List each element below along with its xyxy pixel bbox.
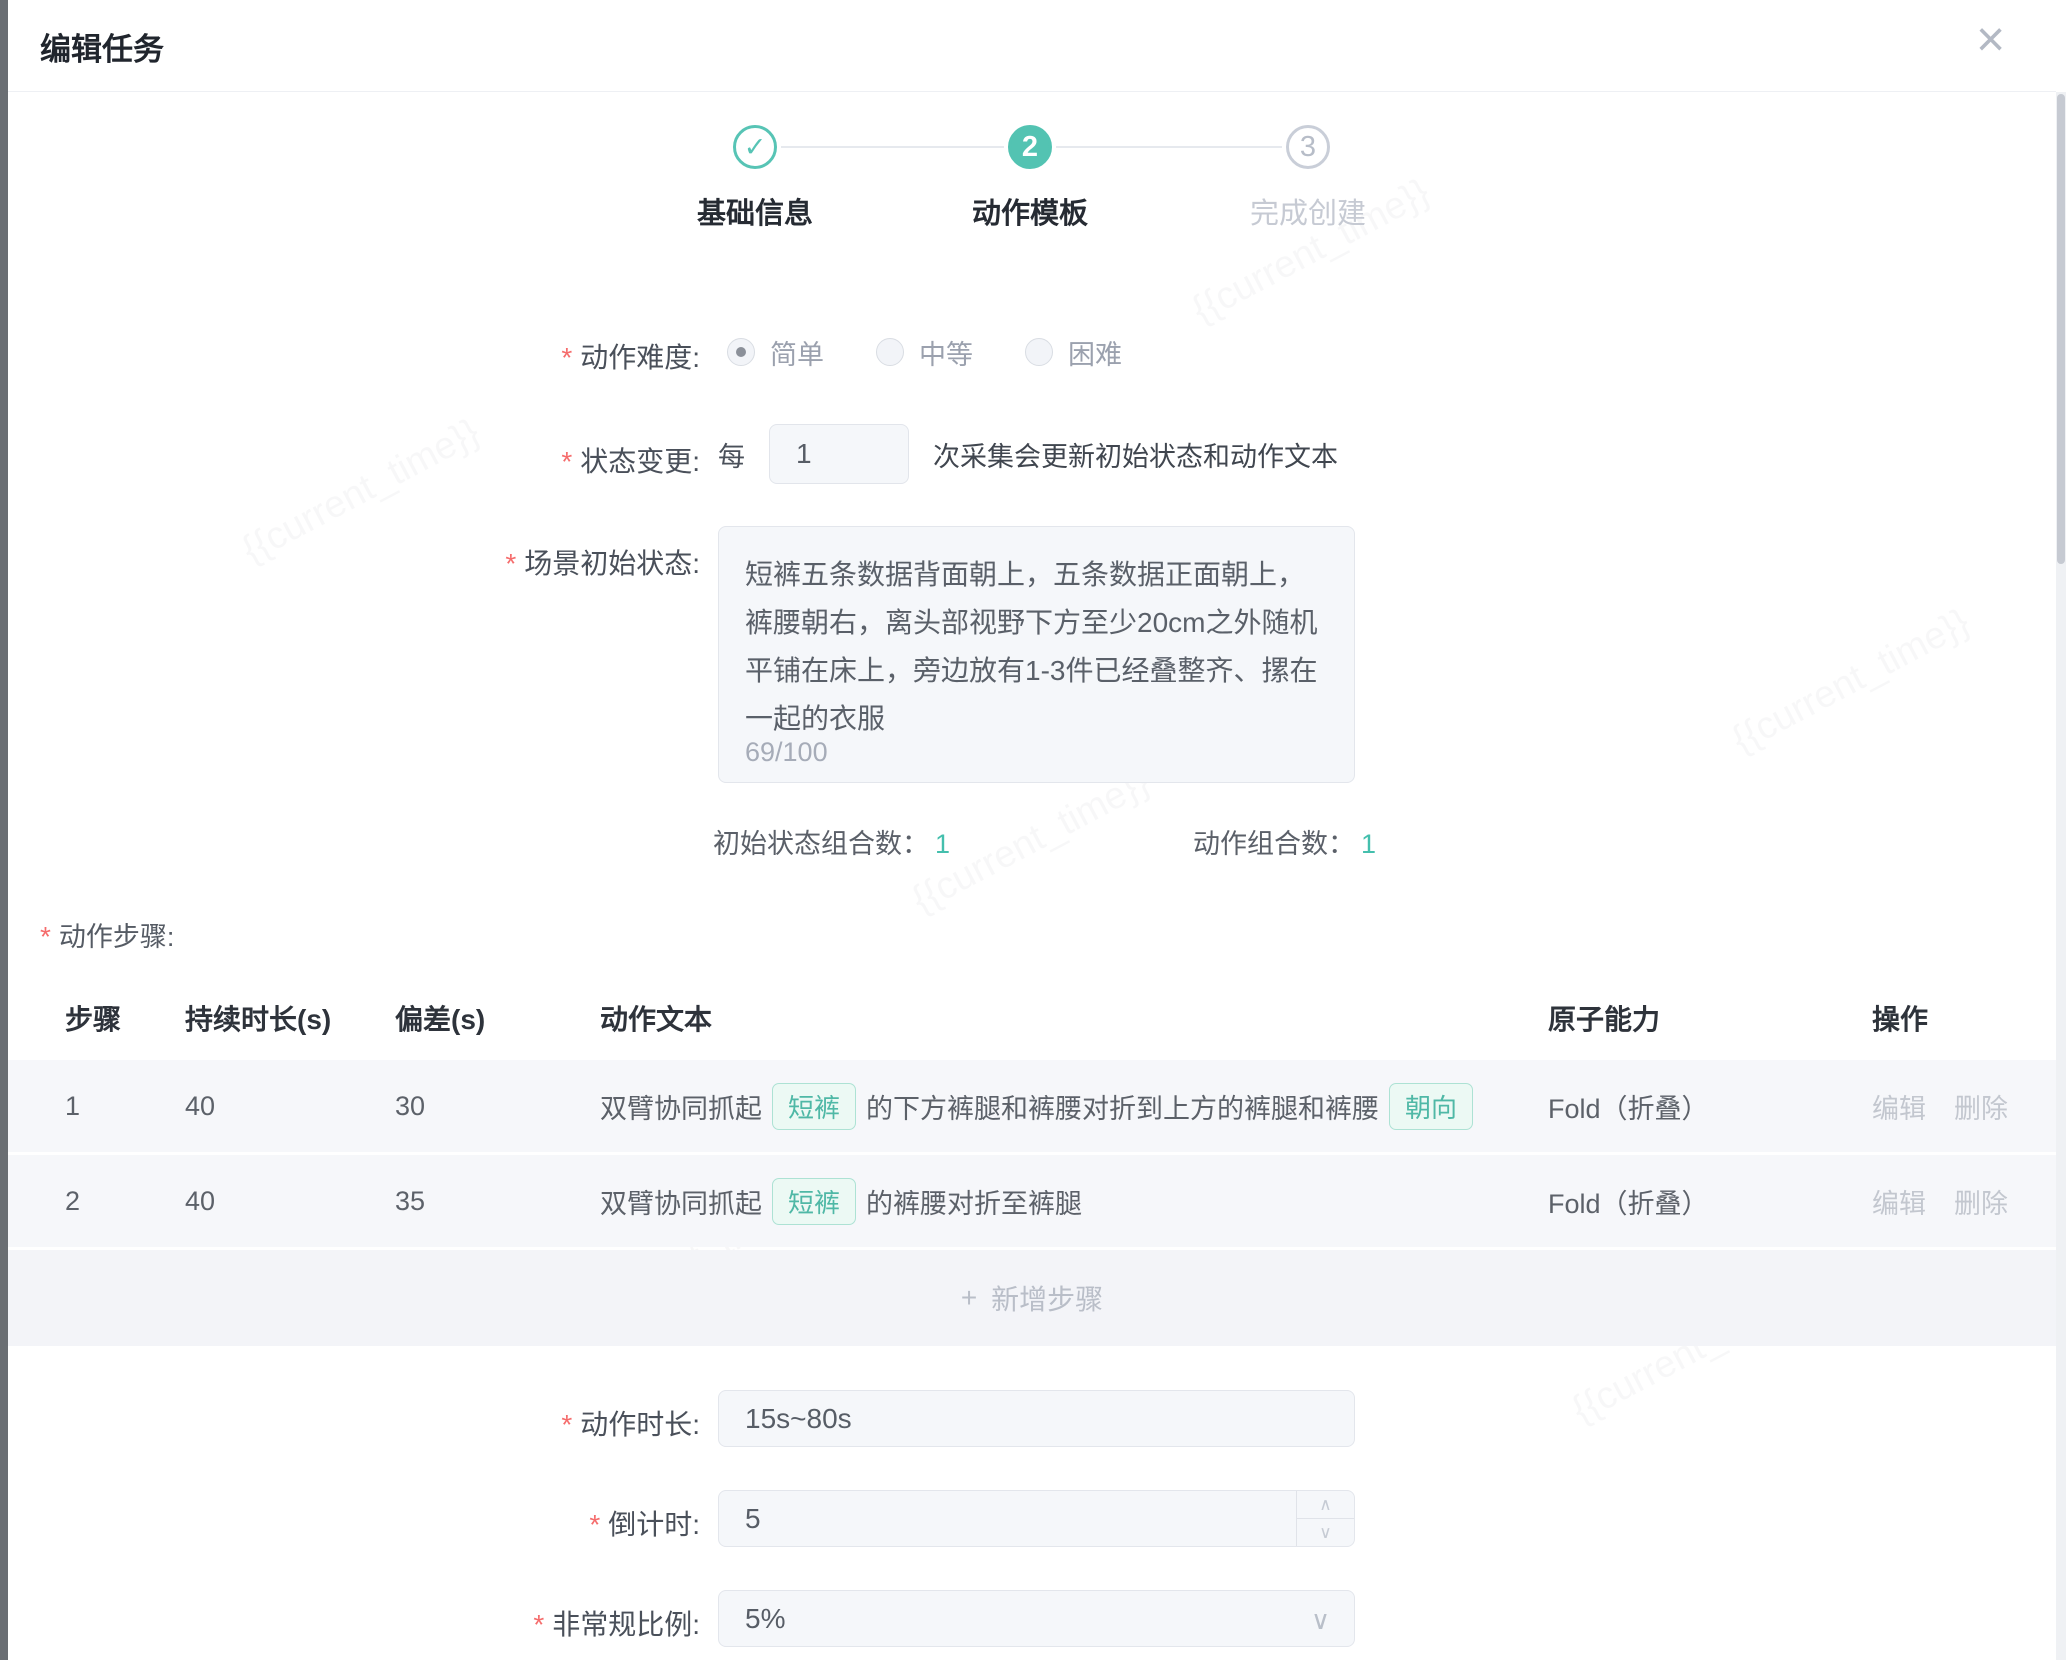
duration-input[interactable]: 15s~80s	[718, 1390, 1355, 1447]
radio-unchecked-icon	[1025, 338, 1053, 366]
difficulty-radio-group: 简单 中等 困难	[727, 330, 1122, 374]
chevron-down-icon: ∨	[1311, 1605, 1330, 1636]
dialog-title: 编辑任务	[40, 24, 164, 69]
edit-link[interactable]: 编辑	[1872, 1182, 1926, 1221]
cell-step: 2	[65, 1155, 80, 1247]
scrollbar[interactable]	[2056, 92, 2066, 1660]
radio-label: 困难	[1068, 333, 1122, 372]
object-tag: 短裤	[772, 1178, 856, 1225]
radio-checked-icon	[727, 338, 755, 366]
countdown-input[interactable]: 5 ∧ ∨	[718, 1490, 1355, 1547]
countdown-label: *倒计时:	[589, 1503, 700, 1543]
radio-option-easy[interactable]: 简单	[727, 333, 824, 372]
initial-state-text: 短裤五条数据背面朝上，五条数据正面朝上，裤腰朝右，离头部视野下方至少20cm之外…	[719, 527, 1354, 743]
action-steps-label: *动作步骤:	[40, 915, 174, 954]
required-asterisk: *	[533, 1609, 544, 1640]
chevron-down-icon: ∨	[1319, 1523, 1331, 1543]
table-row: 2 40 35 双臂协同抓起 短裤 的裤腰对折至裤腿 Fold（折叠） 编辑 删…	[8, 1155, 2056, 1247]
delete-link[interactable]: 删除	[1954, 1087, 2008, 1126]
initial-combo-value: 1	[935, 829, 950, 859]
step-3-circle: 3	[1286, 125, 1330, 169]
col-header-ability: 原子能力	[1548, 985, 1660, 1055]
spinner-down-button[interactable]: ∨	[1297, 1519, 1354, 1546]
object-tag: 短裤	[772, 1083, 856, 1130]
action-combo-count: 动作组合数：1	[1193, 822, 1376, 861]
chevron-up-icon: ∧	[1319, 1495, 1331, 1515]
scrollbar-thumb[interactable]	[2057, 94, 2065, 564]
step-2-number: 2	[1022, 131, 1038, 164]
required-asterisk: *	[40, 921, 51, 952]
state-change-prefix: 每	[718, 435, 745, 474]
step-3-label: 完成创建	[1198, 190, 1418, 232]
check-icon: ✓	[744, 132, 767, 163]
required-asterisk: *	[505, 548, 516, 579]
cell-deviation: 35	[395, 1155, 425, 1247]
radio-unchecked-icon	[876, 338, 904, 366]
action-combo-value: 1	[1361, 829, 1376, 859]
char-counter: 69/100	[745, 737, 828, 768]
spinner-up-button[interactable]: ∧	[1297, 1491, 1354, 1519]
state-change-suffix: 次采集会更新初始状态和动作文本	[933, 435, 1338, 474]
cell-ability: Fold（折叠）	[1548, 1060, 1709, 1152]
plus-icon: +	[961, 1282, 977, 1314]
cell-duration: 40	[185, 1155, 215, 1247]
initial-state-textarea[interactable]: 短裤五条数据背面朝上，五条数据正面朝上，裤腰朝右，离头部视野下方至少20cm之外…	[718, 526, 1355, 783]
col-header-duration: 持续时长(s)	[185, 985, 331, 1055]
close-icon[interactable]: ×	[1976, 14, 2005, 64]
add-step-button[interactable]: + 新增步骤	[8, 1250, 2056, 1346]
state-change-label: *状态变更:	[561, 440, 700, 480]
watermark-text: {{current_time}}	[1725, 601, 1976, 762]
cell-duration: 40	[185, 1060, 215, 1152]
edit-link[interactable]: 编辑	[1872, 1087, 1926, 1126]
orientation-tag: 朝向	[1389, 1083, 1473, 1130]
number-spinner: ∧ ∨	[1296, 1491, 1354, 1546]
add-step-label: 新增步骤	[991, 1278, 1103, 1318]
unusual-ratio-label: *非常规比例:	[533, 1603, 700, 1643]
cell-actions: 编辑 删除	[1872, 1060, 2008, 1152]
state-change-row: 每 1 次采集会更新初始状态和动作文本	[718, 423, 1338, 485]
step-2-label: 动作模板	[920, 190, 1140, 232]
required-asterisk: *	[589, 1509, 600, 1540]
edit-task-dialog: {{current_time}} {{current_time}} {{curr…	[0, 0, 2066, 1660]
col-header-step: 步骤	[65, 985, 121, 1055]
watermark-text: {{current_time}}	[235, 411, 486, 572]
unusual-ratio-select[interactable]: 5% ∨	[718, 1590, 1355, 1647]
stepper-connector	[781, 146, 1004, 148]
required-asterisk: *	[561, 342, 572, 373]
radio-label: 中等	[919, 333, 973, 372]
col-header-deviation: 偏差(s)	[395, 985, 485, 1055]
table-row: 1 40 30 双臂协同抓起 短裤 的下方裤腿和裤腰对折到上方的裤腿和裤腰 朝向…	[8, 1060, 2056, 1152]
col-header-text: 动作文本	[600, 985, 712, 1055]
step-1-label: 基础信息	[645, 190, 865, 232]
step-2-circle: 2	[1008, 125, 1052, 169]
state-change-input[interactable]: 1	[769, 424, 909, 484]
col-header-actions: 操作	[1872, 985, 1928, 1055]
cell-step: 1	[65, 1060, 80, 1152]
radio-option-hard[interactable]: 困难	[1025, 333, 1122, 372]
cell-actions: 编辑 删除	[1872, 1155, 2008, 1247]
initial-state-label: *场景初始状态:	[505, 542, 700, 582]
delete-link[interactable]: 删除	[1954, 1182, 2008, 1221]
required-asterisk: *	[561, 1409, 572, 1440]
cell-deviation: 30	[395, 1060, 425, 1152]
dialog-header: 编辑任务 ×	[8, 0, 2056, 92]
difficulty-label: *动作难度:	[561, 336, 700, 376]
cell-action-text: 双臂协同抓起 短裤 的下方裤腿和裤腰对折到上方的裤腿和裤腰 朝向	[600, 1060, 1483, 1152]
required-asterisk: *	[561, 446, 572, 477]
radio-label: 简单	[770, 333, 824, 372]
radio-option-medium[interactable]: 中等	[876, 333, 973, 372]
initial-combo-count: 初始状态组合数：1	[713, 822, 950, 861]
stepper-connector	[1056, 146, 1282, 148]
backdrop-edge	[0, 0, 8, 1660]
cell-ability: Fold（折叠）	[1548, 1155, 1709, 1247]
step-1-circle: ✓	[733, 125, 777, 169]
step-3-number: 3	[1300, 131, 1316, 164]
duration-label: *动作时长:	[561, 1403, 700, 1443]
cell-action-text: 双臂协同抓起 短裤 的裤腰对折至裤腿	[600, 1155, 1082, 1247]
